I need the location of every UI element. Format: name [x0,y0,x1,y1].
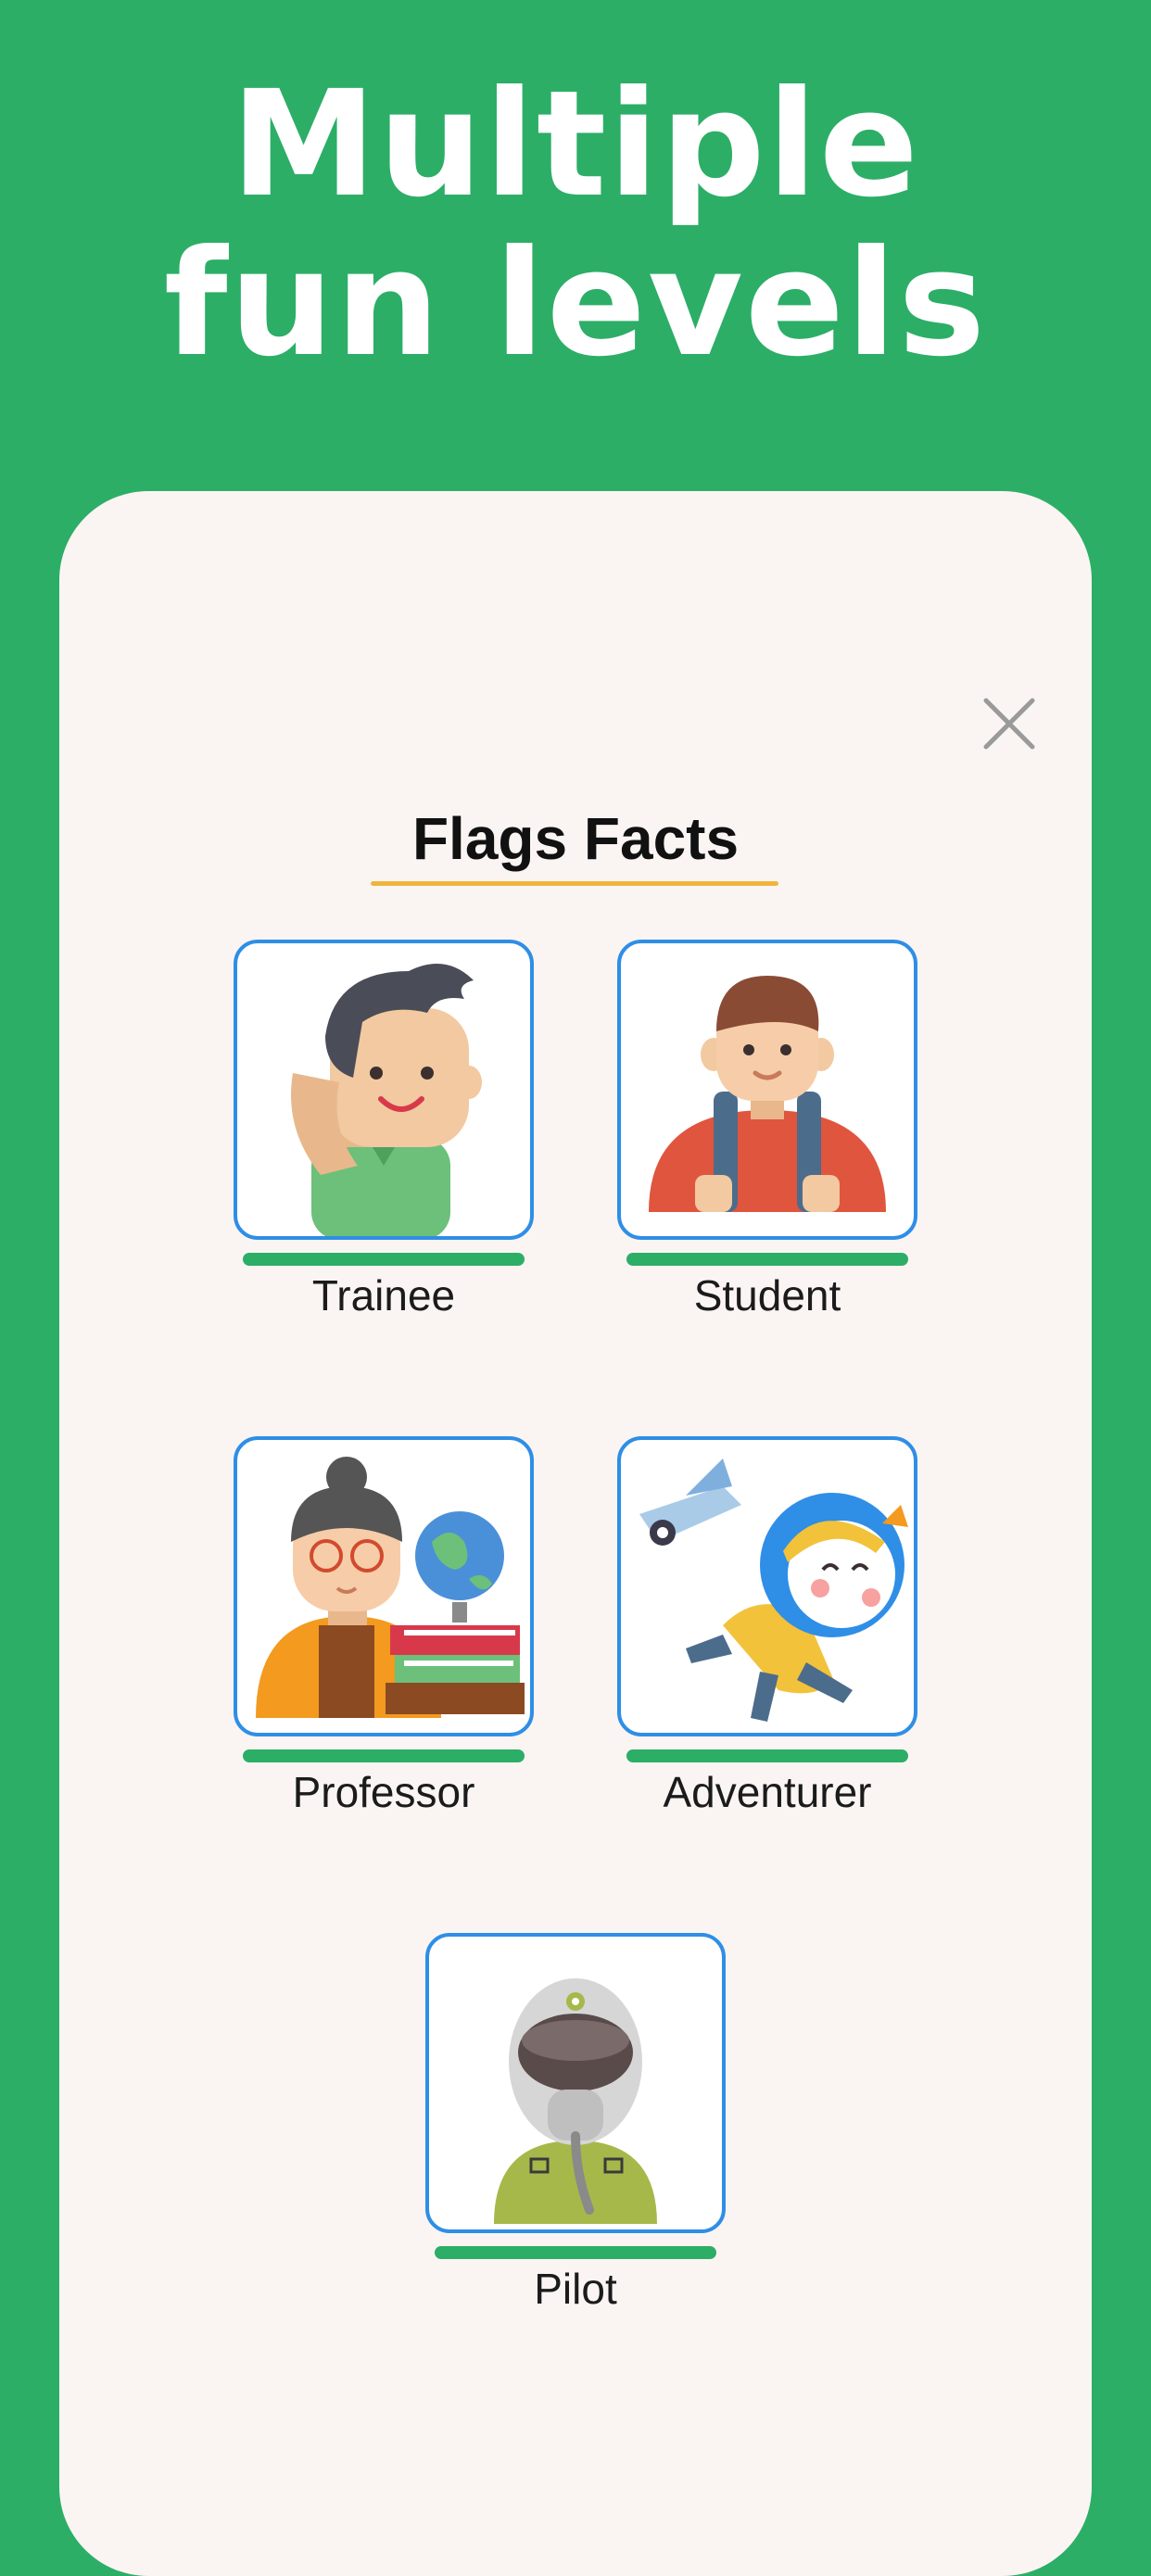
level-label: Adventurer [663,1768,872,1816]
level-tile[interactable] [234,940,534,1240]
student-avatar-icon [649,976,886,1212]
level-progress-bar [626,1749,908,1762]
headline-line-1: Multiple [231,59,920,230]
pilot-avatar-icon [494,1978,657,2224]
level-progress-bar [626,1253,908,1266]
level-label: Student [693,1271,841,1320]
title-underline [371,881,778,886]
level-trainee[interactable]: Trainee [234,940,534,1321]
headline: Multiple fun levels [0,65,1151,384]
close-button[interactable] [975,689,1043,758]
level-tile[interactable] [617,1436,917,1736]
level-student[interactable]: Student [617,940,917,1321]
professor-avatar-icon [256,1457,525,1718]
level-tile[interactable] [234,1436,534,1736]
level-label: Professor [292,1768,475,1816]
level-tile[interactable] [617,940,917,1240]
dialog-title: Flags Facts [411,805,740,872]
level-tile[interactable] [425,1933,726,2233]
level-label: Pilot [534,2265,617,2313]
level-pilot[interactable]: Pilot [425,1933,726,2315]
adventurer-avatar-icon [639,1458,908,1722]
level-progress-bar [435,2246,716,2259]
headline-line-2: fun levels [163,219,988,389]
trainee-avatar-icon [291,964,482,1236]
level-professor[interactable]: Professor [234,1436,534,1818]
level-progress-bar [243,1749,525,1762]
level-progress-bar [243,1253,525,1266]
level-adventurer[interactable]: Adventurer [617,1436,917,1818]
close-icon [983,698,1035,750]
level-label: Trainee [311,1271,456,1320]
